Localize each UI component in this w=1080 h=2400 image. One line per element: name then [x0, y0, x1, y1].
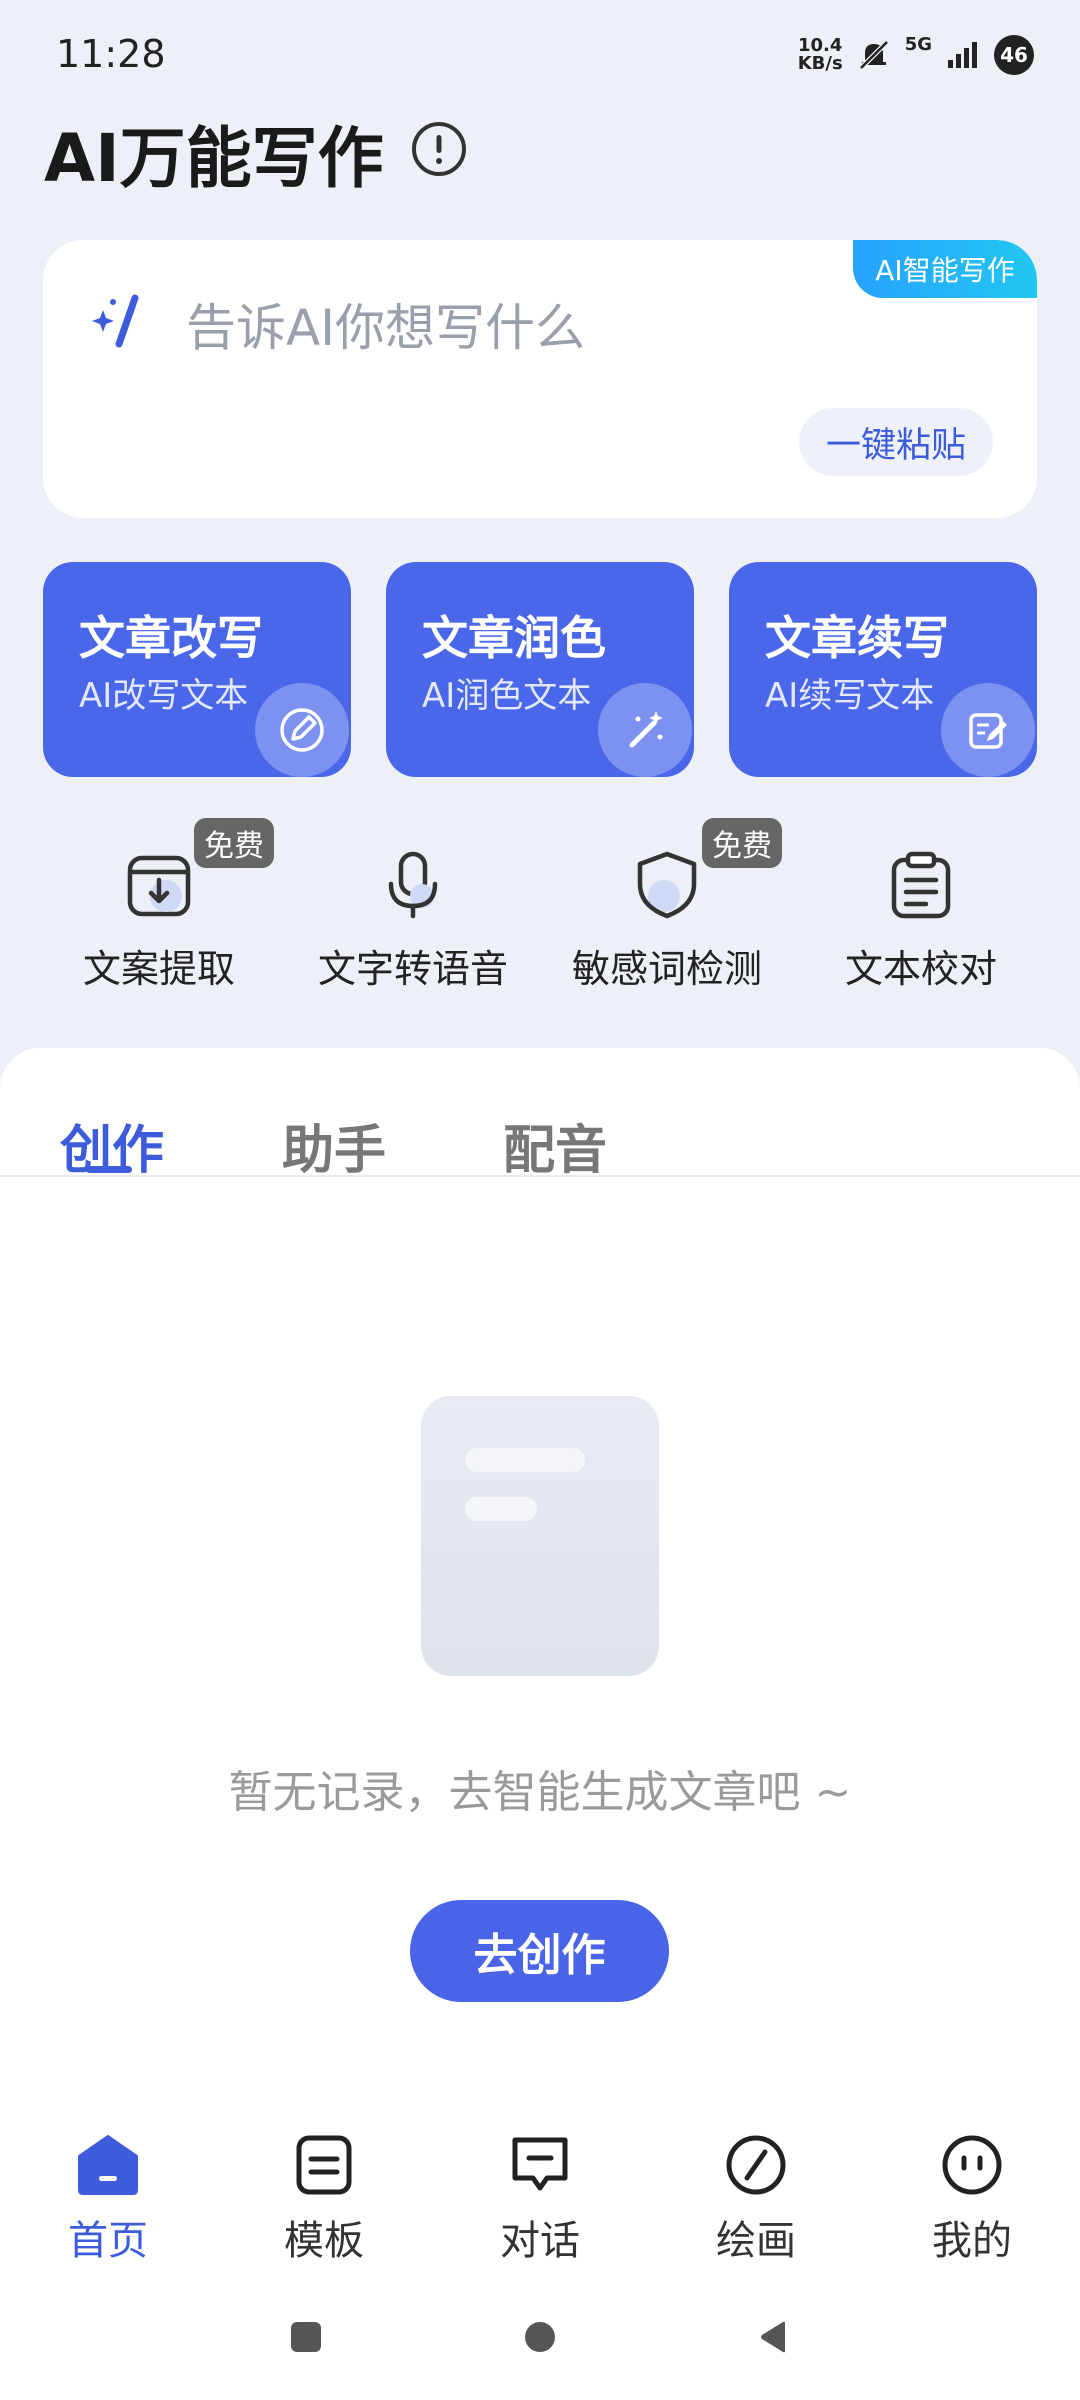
magic-wand-icon: [598, 683, 692, 777]
tool-label: 敏感词检测: [571, 947, 762, 991]
free-badge: 免费: [194, 818, 274, 868]
placeholder-line: [465, 1448, 585, 1472]
feature-subtitle: AI改写文本: [79, 676, 249, 716]
chat-icon: [512, 2137, 568, 2191]
prompt-input[interactable]: 告诉AI你想写什么: [186, 288, 585, 360]
home-icon: [78, 2135, 138, 2195]
feature-card-polish[interactable]: 文章润色 AI润色文本: [386, 562, 694, 777]
net-speed: 10.4 KB/s: [797, 35, 843, 74]
profile-icon: [942, 2135, 1002, 2195]
feature-title: 文章改写: [79, 611, 263, 665]
tool-proofread[interactable]: 文本校对: [796, 838, 1046, 998]
ai-writing-tag: AI智能写作: [853, 240, 1037, 298]
shield-icon: [637, 851, 697, 919]
template-icon: [296, 2135, 352, 2195]
nav-home[interactable]: 首页: [0, 2132, 216, 2272]
feature-title: 文章润色: [422, 611, 606, 665]
nav-label: 模板: [284, 2218, 364, 2264]
edit-pen-icon: [255, 683, 349, 777]
feature-subtitle: AI润色文本: [422, 676, 592, 716]
nav-template[interactable]: 模板: [216, 2132, 432, 2272]
tool-sensitive-word-check[interactable]: 免费 敏感词检测: [542, 818, 792, 998]
placeholder-line: [465, 1497, 537, 1521]
empty-document-illustration: [421, 1396, 659, 1676]
write-note-icon: [941, 683, 1035, 777]
prompt-card[interactable]: AI智能写作 告诉AI你想写什么 一键粘贴: [43, 240, 1037, 518]
bottom-nav: 首页 模板 对话 绘画 我的: [0, 2108, 1080, 2280]
nav-chat[interactable]: 对话: [432, 2132, 648, 2272]
tool-text-to-speech[interactable]: 文字转语音: [288, 838, 538, 998]
tool-label: 文案提取: [82, 947, 235, 991]
nav-label: 绘画: [716, 2218, 796, 2264]
tool-label: 文字转语音: [317, 947, 508, 991]
tab-assistant[interactable]: 助手: [282, 1108, 386, 1183]
back-icon[interactable]: [757, 2320, 791, 2354]
status-time: 11:28: [56, 32, 166, 76]
paste-button[interactable]: 一键粘贴: [799, 408, 993, 476]
nav-profile[interactable]: 我的: [864, 2132, 1080, 2272]
tab-dubbing[interactable]: 配音: [503, 1108, 607, 1183]
feature-subtitle: AI续写文本: [765, 676, 935, 716]
page-title: AI万能写作: [44, 120, 384, 197]
signal-icon: [948, 42, 977, 68]
tool-text-extract[interactable]: 免费 文案提取: [34, 818, 284, 998]
tabs-divider: [0, 1175, 1080, 1177]
extract-icon: [127, 855, 191, 917]
network-type: 5G: [904, 34, 932, 55]
nav-label: 对话: [500, 2218, 580, 2264]
status-bar: 11:28 10.4 KB/s 5G 46: [0, 0, 1080, 110]
nav-paint[interactable]: 绘画: [648, 2132, 864, 2272]
nav-label: 首页: [68, 2218, 148, 2264]
feature-card-continue[interactable]: 文章续写 AI续写文本: [729, 562, 1037, 777]
recent-apps-icon[interactable]: [289, 2320, 323, 2354]
feature-card-rewrite[interactable]: 文章改写 AI改写文本: [43, 562, 351, 777]
empty-state-message: 暂无记录，去智能生成文章吧 ~: [228, 1767, 852, 1818]
microphone-icon: [388, 851, 438, 919]
free-badge: 免费: [702, 818, 782, 868]
content-sheet: 创作 助手 配音 暂无记录，去智能生成文章吧 ~ 去创作: [0, 1048, 1080, 2108]
nav-label: 我的: [932, 2218, 1012, 2264]
tab-indicator: [86, 1166, 132, 1173]
home-button-icon[interactable]: [523, 2320, 557, 2354]
go-create-button[interactable]: 去创作: [410, 1900, 669, 2002]
paint-icon: [726, 2135, 786, 2195]
sparkle-icon: [92, 294, 139, 348]
status-icons: 10.4 KB/s 5G 46: [798, 32, 1034, 78]
feature-title: 文章续写: [765, 611, 949, 665]
mute-bell-icon: [858, 40, 889, 70]
clipboard-icon: [891, 851, 951, 919]
battery-indicator: 46: [994, 35, 1034, 75]
tool-label: 文本校对: [844, 947, 997, 991]
info-icon[interactable]: [410, 120, 468, 178]
system-nav-bar: [0, 2280, 1080, 2400]
